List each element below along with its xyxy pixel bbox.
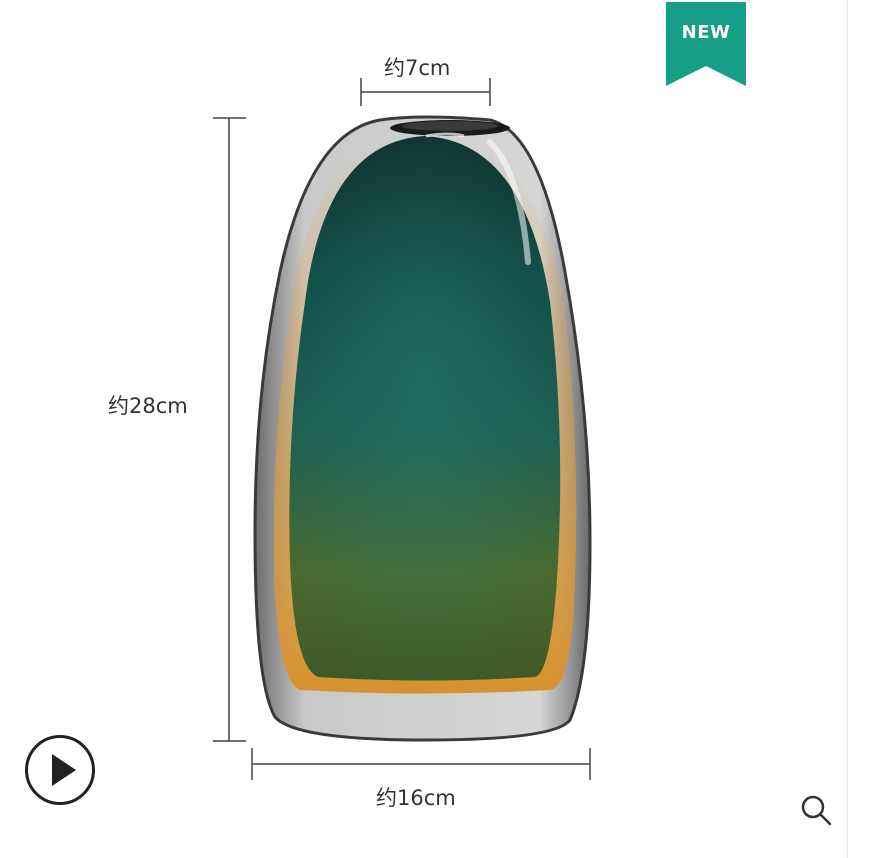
new-badge: NEW [666,2,746,86]
new-badge-label: NEW [681,22,731,43]
top-width-label: 约7cm [384,56,451,80]
bottom-width-label: 约16cm [376,786,456,810]
play-icon [52,754,76,786]
height-label: 约28cm [108,394,188,418]
play-button[interactable] [25,735,95,805]
zoom-in-icon[interactable] [798,792,834,828]
vase-image [253,115,592,742]
